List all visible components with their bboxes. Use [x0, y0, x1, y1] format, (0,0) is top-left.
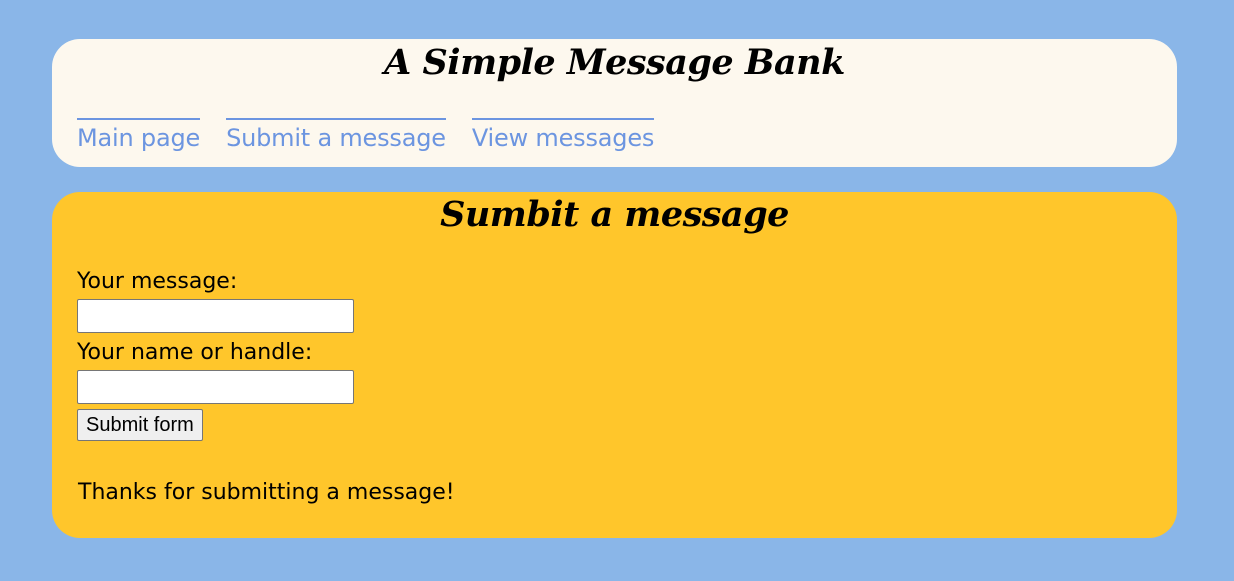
submit-message-panel: Sumbit a message Your message: Your name…: [52, 192, 1177, 538]
confirmation-message: Thanks for submitting a message!: [78, 480, 455, 505]
submit-form-button[interactable]: Submit form: [77, 409, 203, 441]
nav-link-view-messages[interactable]: View messages: [471, 118, 654, 150]
form-title: Sumbit a message: [440, 194, 789, 235]
site-title: A Simple Message Bank: [384, 42, 845, 83]
name-label: Your name or handle:: [77, 340, 313, 365]
page: { "header": { "title": "A Simple Message…: [0, 0, 1234, 581]
header-panel: A Simple Message Bank Main page Submit a…: [52, 39, 1177, 167]
message-label: Your message:: [77, 269, 238, 294]
message-input[interactable]: [77, 299, 354, 333]
message-form: Your message: Your name or handle: Submi…: [77, 267, 354, 441]
nav-link-main-page[interactable]: Main page: [77, 118, 200, 150]
nav-link-submit-message[interactable]: Submit a message: [226, 118, 446, 150]
main-nav: Main page Submit a message View messages: [77, 118, 654, 150]
name-input[interactable]: [77, 370, 354, 404]
